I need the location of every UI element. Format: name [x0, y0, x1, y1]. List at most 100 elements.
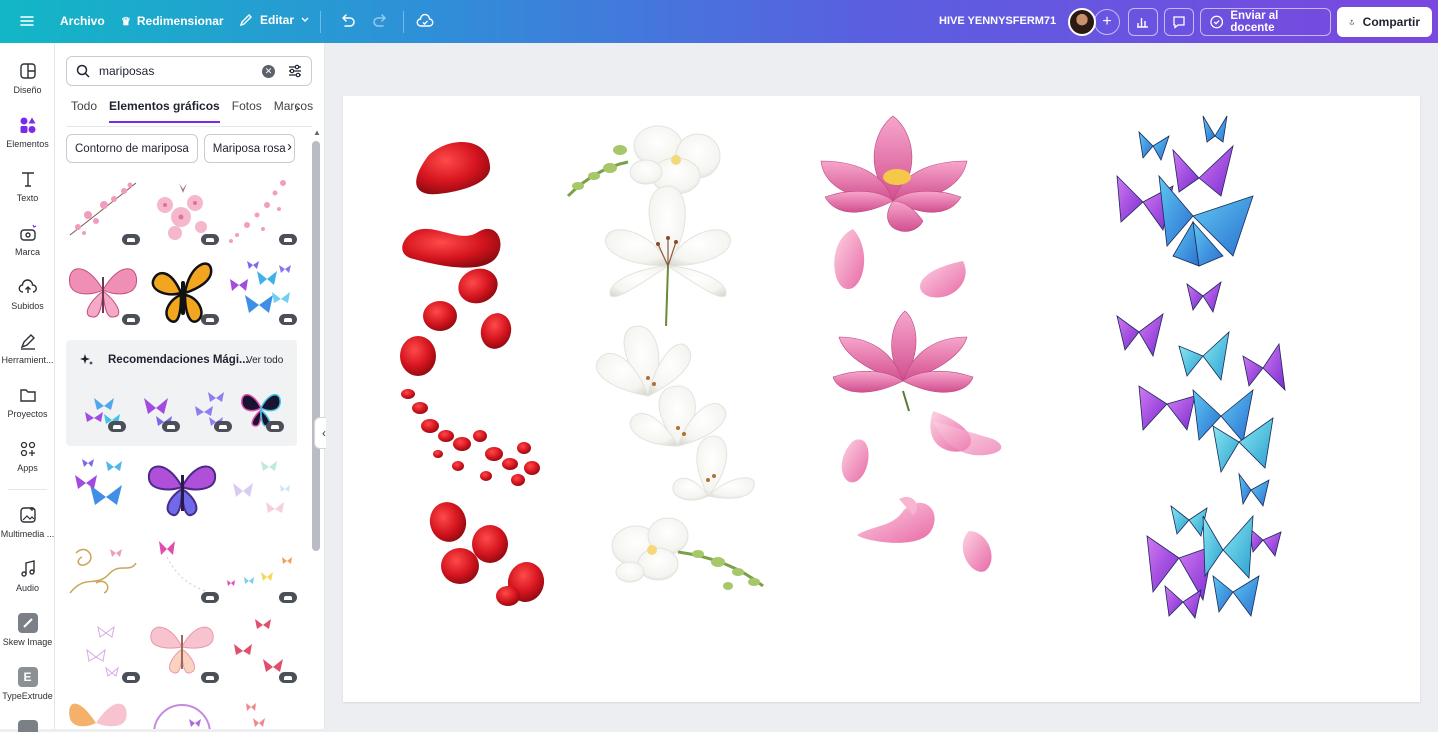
graphic-thumb-lilac-butterflies[interactable] — [66, 613, 140, 683]
chevron-down-icon — [301, 17, 309, 22]
white-orchids-lilies-graphic[interactable] — [558, 116, 773, 616]
chips-next-icon[interactable]: › — [287, 138, 292, 155]
graphic-thumb-gold-ornament[interactable] — [66, 533, 140, 603]
result-tabs: Todo Elementos gráficos Fotos Marcos — [71, 99, 313, 123]
project-title[interactable]: HIVE YENNYSFERM71 — [939, 15, 1056, 27]
filter-sliders-icon[interactable] — [287, 63, 303, 79]
search-box[interactable]: mariposas ✕ — [66, 56, 312, 86]
elements-panel: mariposas ✕ Todo Elementos gráficos Foto… — [55, 43, 325, 729]
rail-item-text[interactable]: Texto — [0, 169, 55, 203]
share-button[interactable]: Compartir — [1337, 7, 1432, 37]
graphic-thumb-coral-butterflies[interactable] — [223, 693, 297, 729]
chip-pink-butterfly[interactable]: Mariposa rosa — [203, 134, 295, 163]
skew-icon — [17, 613, 38, 633]
graphic-thumb-orange-butterfly[interactable] — [66, 693, 140, 729]
graphic-thumb-pink-sakura-branch[interactable] — [66, 175, 140, 245]
rail-item-multimedia[interactable]: Multimedia ... — [0, 505, 55, 539]
tab-photos[interactable]: Fotos — [232, 99, 262, 123]
rail-label: Elementos — [6, 139, 49, 149]
rail-label: Apps — [17, 463, 38, 473]
undo-button[interactable] — [338, 12, 356, 30]
magic-recommendations: Recomendaciones Mági... Ver todo — [66, 340, 297, 446]
left-rail: Diseño Elementos Texto Marca Subidos Her… — [0, 43, 55, 732]
rail-item-design[interactable]: Diseño — [0, 61, 55, 95]
graphic-thumb-pink-flowers-butterfly[interactable] — [145, 175, 219, 245]
design-page[interactable] — [343, 96, 1420, 702]
folder-icon — [19, 389, 36, 402]
graphic-thumb-pink-butterfly[interactable] — [66, 255, 140, 325]
see-all-link[interactable]: Ver todo — [246, 355, 283, 366]
magic-thumb-3[interactable] — [186, 386, 232, 432]
rail-label: Marca — [14, 247, 40, 257]
file-label: Archivo — [60, 14, 105, 28]
blue-purple-butterflies-graphic[interactable] — [1103, 106, 1303, 636]
graphic-thumb-monarch-butterfly[interactable] — [145, 255, 219, 325]
premium-badge — [266, 421, 284, 432]
magic-thumb-2[interactable] — [134, 386, 180, 432]
rail-more-app-icon[interactable] — [18, 720, 38, 732]
rail-item-projects[interactable]: Proyectos — [0, 385, 55, 419]
magic-thumb-1[interactable] — [80, 386, 126, 432]
crown-icon: ♛ — [121, 15, 131, 28]
redo-button[interactable] — [372, 12, 390, 30]
panel-scrollbar[interactable] — [312, 141, 320, 551]
tabs-next-icon[interactable]: › — [295, 99, 300, 115]
comments-button[interactable] — [1164, 8, 1194, 36]
redo-icon — [373, 14, 386, 27]
graphic-thumb-blue-butterflies-cluster[interactable] — [66, 453, 140, 523]
magic-thumb-4[interactable] — [238, 386, 284, 432]
premium-badge — [201, 672, 219, 683]
send-teacher-label: Enviar al docente — [1230, 10, 1279, 34]
plus-icon: + — [1102, 13, 1112, 30]
premium-badge — [279, 234, 297, 245]
tab-graphics[interactable]: Elementos gráficos — [109, 99, 220, 123]
upload-icon — [18, 279, 37, 293]
resize-button[interactable]: ♛ Redimensionar — [121, 14, 224, 28]
graphic-thumb-blue-purple-butterflies[interactable] — [223, 255, 297, 325]
music-icon — [20, 560, 35, 577]
project-name: HIVE YENNYSFERM71 — [939, 15, 1057, 27]
graphic-thumb-purple-frame[interactable] — [145, 693, 219, 729]
chip-butterfly-outline[interactable]: Contorno de mariposa — [66, 134, 198, 163]
rail-item-tools[interactable]: Herramient... — [0, 331, 55, 365]
text-icon — [21, 172, 34, 187]
rail-item-brand[interactable]: Marca — [0, 223, 55, 257]
rail-item-elements[interactable]: Elementos — [0, 115, 55, 149]
rail-label: TypeExtrude — [2, 691, 53, 701]
rail-item-typeextrude[interactable]: E TypeExtrude — [0, 667, 55, 701]
pink-lotus-graphic[interactable] — [813, 111, 1013, 591]
file-menu[interactable]: Archivo — [60, 14, 105, 28]
graphic-thumb-watercolor-butterfly[interactable] — [145, 613, 219, 683]
insights-button[interactable] — [1128, 8, 1158, 36]
rail-label: Proyectos — [7, 409, 48, 419]
apps-icon — [20, 441, 35, 457]
typeextrude-icon: E — [17, 667, 38, 687]
rail-label: Audio — [15, 583, 40, 593]
graphic-thumb-pastel-butterflies[interactable] — [223, 453, 297, 523]
edit-menu[interactable]: Editar — [238, 12, 310, 28]
graphic-thumb-colorful-butterflies-line[interactable] — [223, 533, 297, 603]
tab-all[interactable]: Todo — [71, 99, 97, 123]
graphic-thumb-purple-blue-butterfly[interactable] — [145, 453, 219, 523]
avatar[interactable] — [1068, 8, 1096, 36]
tab-frames[interactable]: Marcos — [274, 99, 313, 123]
bar-chart-icon — [1137, 18, 1148, 28]
graphic-thumb-red-pink-butterflies[interactable] — [223, 613, 297, 683]
clear-search-icon[interactable]: ✕ — [262, 64, 275, 78]
rail-item-skew-image[interactable]: Skew Image — [0, 613, 55, 647]
media-icon — [19, 507, 36, 523]
graphic-thumb-pink-butterflies-trail[interactable] — [223, 175, 297, 245]
pen-icon — [20, 334, 35, 350]
search-input[interactable]: mariposas — [99, 64, 262, 78]
premium-badge — [201, 234, 219, 245]
rail-item-audio[interactable]: Audio — [0, 559, 55, 593]
send-to-teacher-button[interactable]: Enviar al docente — [1200, 8, 1331, 36]
cloud-save-status[interactable] — [416, 12, 434, 30]
rail-item-apps[interactable]: Apps — [0, 439, 55, 473]
hamburger-menu-button[interactable] — [18, 12, 36, 30]
tabs-divider — [66, 126, 312, 127]
scroll-up-icon[interactable]: ▲ — [313, 128, 321, 137]
graphic-thumb-magenta-butterfly-trail[interactable] — [145, 533, 219, 603]
add-collaborator-button[interactable]: + — [1094, 9, 1120, 35]
rail-item-uploads[interactable]: Subidos — [0, 277, 55, 311]
